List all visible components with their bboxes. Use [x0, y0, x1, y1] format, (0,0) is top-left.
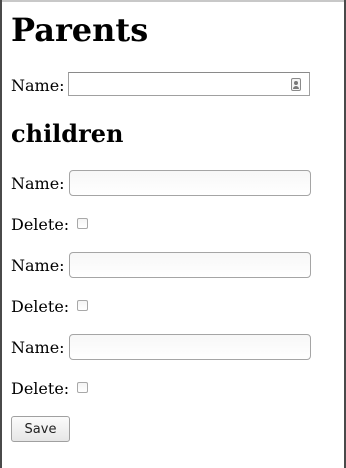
- child-name-input-2[interactable]: [69, 252, 311, 278]
- child-delete-checkbox-3[interactable]: [77, 382, 88, 393]
- children-heading: children: [11, 119, 124, 148]
- parent-name-label: Name:: [11, 76, 65, 95]
- contact-card-icon[interactable]: [291, 78, 301, 91]
- child-delete-label: Delete:: [11, 297, 70, 316]
- parent-name-row: Name:: [11, 72, 310, 100]
- window-left-edge: [0, 0, 2, 468]
- child-delete-label: Delete:: [11, 379, 70, 398]
- child-delete-row-3: Delete:: [11, 375, 88, 403]
- child-name-input-1[interactable]: [69, 170, 311, 196]
- parent-name-input[interactable]: [68, 72, 310, 96]
- child-delete-label: Delete:: [11, 215, 70, 234]
- child-delete-checkbox-2[interactable]: [77, 300, 88, 311]
- child-delete-row-2: Delete:: [11, 293, 88, 321]
- child-delete-row-1: Delete:: [11, 211, 88, 239]
- child-name-row-3: Name:: [11, 334, 311, 362]
- child-name-label: Name:: [11, 338, 65, 357]
- child-name-input-3[interactable]: [69, 334, 311, 360]
- parents-heading: Parents: [11, 11, 149, 49]
- child-name-label: Name:: [11, 256, 65, 275]
- child-delete-checkbox-1[interactable]: [77, 218, 88, 229]
- child-name-label: Name:: [11, 174, 65, 193]
- child-name-row-2: Name:: [11, 252, 311, 280]
- save-button[interactable]: Save: [11, 416, 70, 442]
- child-name-row-1: Name:: [11, 170, 311, 198]
- window-top-edge: [0, 0, 346, 2]
